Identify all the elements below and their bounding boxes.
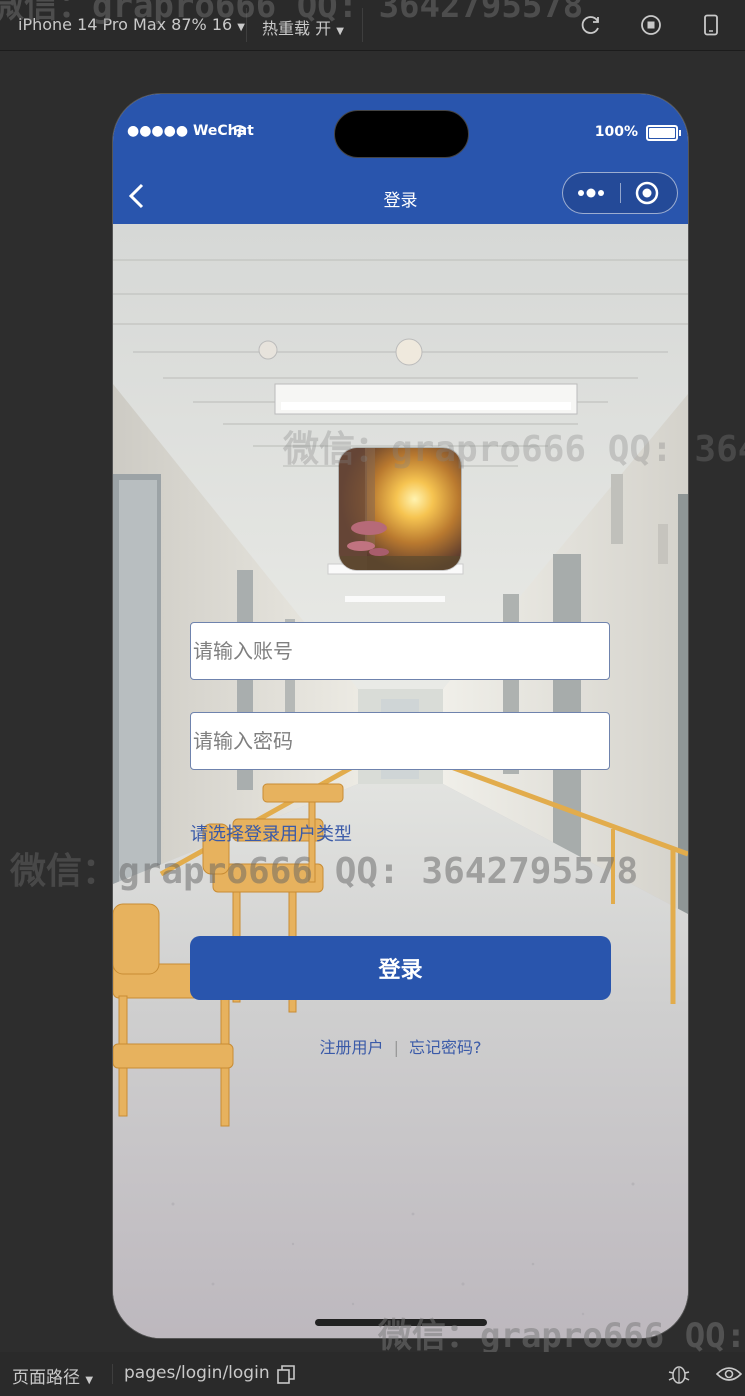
device-label: iPhone 14 Pro Max 87% 16 <box>18 15 233 34</box>
battery-icon <box>646 125 681 141</box>
page-path-select[interactable]: 页面路径 ▼ <box>12 1363 93 1388</box>
forgot-password-link[interactable]: 忘记密码? <box>409 1038 482 1057</box>
bug-icon[interactable] <box>667 1362 691 1386</box>
hot-reload-toggle[interactable]: 热重载 开 ▼ <box>262 15 344 39</box>
login-button[interactable]: 登录 <box>190 936 611 1000</box>
close-mini-program-icon[interactable] <box>629 179 669 207</box>
divider <box>246 8 247 42</box>
phone-preview-icon[interactable] <box>700 14 722 36</box>
account-field[interactable] <box>191 623 613 679</box>
page-path-label: 页面路径 <box>12 1368 80 1388</box>
chevron-down-icon: ▼ <box>336 26 344 37</box>
hot-reload-label: 热重载 开 <box>262 19 332 38</box>
copy-icon[interactable] <box>277 1365 295 1385</box>
home-indicator <box>315 1319 487 1326</box>
capsule-divider <box>620 183 621 203</box>
divider <box>112 1364 113 1384</box>
dynamic-island <box>334 110 469 158</box>
device-select[interactable]: iPhone 14 Pro Max 87% 16 ▼ <box>18 15 245 34</box>
eye-icon[interactable] <box>716 1364 742 1384</box>
account-input[interactable] <box>190 622 613 680</box>
battery-percent: 100% <box>594 124 638 140</box>
chevron-down-icon: ▼ <box>237 22 245 33</box>
wifi-icon <box>231 125 247 138</box>
mini-program-capsule <box>562 172 678 214</box>
stop-icon[interactable] <box>640 14 662 36</box>
status-bar: ●●●●● WeChat 100% <box>113 94 688 166</box>
divider <box>362 8 363 42</box>
link-divider: | <box>393 1038 399 1057</box>
register-link[interactable]: 注册用户 <box>320 1038 384 1057</box>
devtools-bottom-bar: 页面路径 ▼ pages/login/login <box>0 1352 745 1396</box>
auth-links: 注册用户 | 忘记密码? <box>113 1034 688 1058</box>
more-icon[interactable] <box>573 179 613 207</box>
hospital-corridor-background <box>113 224 688 1338</box>
password-input[interactable] <box>190 712 613 770</box>
chevron-down-icon: ▼ <box>85 1375 94 1386</box>
devtools-toolbar: iPhone 14 Pro Max 87% 16 ▼ 热重载 开 ▼ <box>0 0 745 51</box>
user-type-picker[interactable]: 请选择登录用户类型 <box>190 820 352 846</box>
app-logo <box>339 448 461 570</box>
nav-bar: 登录 <box>113 166 688 224</box>
password-field[interactable] <box>191 713 613 769</box>
phone-simulator: ●●●●● WeChat 100% 登录 请输入账号 请选择登录用户类型 登录 … <box>113 94 688 1338</box>
refresh-icon[interactable] <box>580 14 602 36</box>
page-path: pages/login/login <box>124 1363 270 1383</box>
